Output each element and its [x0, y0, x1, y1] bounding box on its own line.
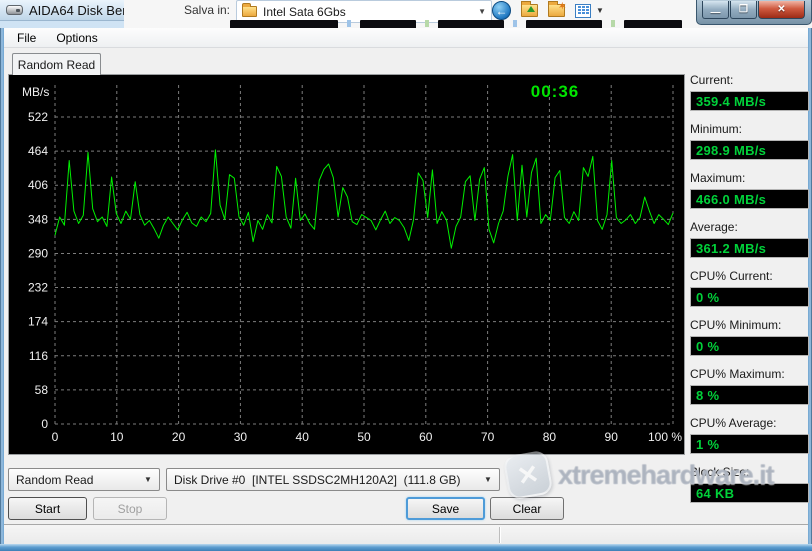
- svg-text:0: 0: [52, 430, 59, 444]
- stat-value: 1 %: [690, 434, 809, 454]
- stat-cpu-minimum: CPU% Minimum: 0 %: [690, 318, 809, 356]
- window-border-bottom: [0, 544, 812, 551]
- disk-drive-dropdown[interactable]: Disk Drive #0 [INTEL SSDSC2MH120A2] (111…: [166, 468, 500, 491]
- window-top-border: [0, 21, 124, 28]
- stat-current: Current: 359.4 MB/s: [690, 73, 809, 111]
- svg-text:522: 522: [28, 110, 48, 124]
- minimize-button[interactable]: —: [702, 1, 729, 19]
- stop-button[interactable]: Stop: [93, 497, 167, 520]
- stat-value: 0 %: [690, 287, 809, 307]
- chevron-down-icon[interactable]: ▼: [478, 7, 486, 16]
- svg-text:30: 30: [234, 430, 248, 444]
- stat-value: 298.9 MB/s: [690, 140, 809, 160]
- svg-text:290: 290: [28, 246, 48, 260]
- menu-file[interactable]: File: [10, 29, 43, 47]
- stat-label: CPU% Average:: [690, 416, 777, 430]
- benchmark-chart-panel: 0 10 20 30 40 50 60 70 80 90 100 % 0 58 116 174 232 290 3…: [8, 74, 685, 455]
- disk-drive-icon: [6, 5, 23, 15]
- svg-text:232: 232: [28, 281, 48, 295]
- stat-label: Minimum:: [690, 122, 743, 136]
- close-button[interactable]: ✕: [758, 1, 805, 19]
- svg-text:116: 116: [29, 349, 48, 363]
- window-title: AIDA64 Disk Bench: [29, 2, 124, 18]
- svg-text:174: 174: [28, 315, 48, 329]
- test-type-dropdown[interactable]: Random Read ▼: [8, 468, 160, 491]
- view-menu-icon[interactable]: [575, 3, 591, 18]
- new-folder-icon[interactable]: ✶: [548, 1, 566, 17]
- stat-cpu-current: CPU% Current: 0 %: [690, 269, 809, 307]
- svg-text:90: 90: [605, 430, 619, 444]
- file-thumbnails-strip: [230, 20, 698, 28]
- svg-text:406: 406: [28, 178, 48, 192]
- up-arrow-icon: [527, 6, 535, 12]
- svg-text:100 %: 100 %: [648, 430, 682, 444]
- chart-y-axis-unit: MB/s: [22, 85, 50, 99]
- svg-text:50: 50: [357, 430, 371, 444]
- test-type-value: Random Read: [16, 472, 94, 487]
- stat-block-size: Block Size: 64 KB: [690, 465, 809, 503]
- screen: Salva in: Intel Sata 6Gbs ▼ ← ✶ ▼ AIDA64…: [0, 0, 812, 551]
- window-controls: — ❐ ✕: [696, 0, 812, 25]
- stat-value: 361.2 MB/s: [690, 238, 809, 258]
- save-in-label: Salva in:: [183, 3, 230, 17]
- stat-label: CPU% Maximum:: [690, 367, 785, 381]
- save-button[interactable]: Save: [406, 497, 485, 520]
- stat-label: CPU% Current:: [690, 269, 773, 283]
- back-icon[interactable]: ←: [492, 1, 511, 20]
- disk-drive-value: Disk Drive #0 [INTEL SSDSC2MH120A2] (111…: [174, 472, 461, 487]
- svg-text:348: 348: [28, 212, 48, 226]
- svg-text:80: 80: [543, 430, 557, 444]
- stat-value: 359.4 MB/s: [690, 91, 809, 111]
- maximize-button[interactable]: ❐: [730, 1, 757, 19]
- status-bar-divider: [499, 527, 501, 543]
- svg-text:58: 58: [35, 383, 49, 397]
- stat-label: Average:: [690, 220, 738, 234]
- sparkle-icon: ✶: [558, 1, 566, 11]
- chart: 0 10 20 30 40 50 60 70 80 90 100 % 0 58 116 174 232 290 3…: [9, 75, 684, 454]
- stat-maximum: Maximum: 466.0 MB/s: [690, 171, 809, 209]
- status-bar: [4, 524, 808, 544]
- chart-canvas: 0 10 20 30 40 50 60 70 80 90 100 % 0 58 116 174 232 290 3…: [28, 85, 682, 444]
- svg-text:0: 0: [41, 417, 48, 431]
- up-one-level-icon[interactable]: [521, 1, 538, 17]
- save-location-value: Intel Sata 6Gbs: [263, 4, 346, 19]
- svg-text:70: 70: [481, 430, 495, 444]
- save-dialog-toolbar: ← ✶ ▼: [492, 1, 604, 20]
- svg-text:464: 464: [28, 144, 48, 158]
- stat-label: Block Size:: [690, 465, 750, 479]
- stat-value: 8 %: [690, 385, 809, 405]
- aida-titlebar-fragment[interactable]: AIDA64 Disk Bench: [0, 0, 124, 21]
- svg-text:10: 10: [110, 430, 124, 444]
- view-menu-arrow-icon[interactable]: ▼: [596, 6, 604, 15]
- stat-value: 466.0 MB/s: [690, 189, 809, 209]
- stat-cpu-maximum: CPU% Maximum: 8 %: [690, 367, 809, 405]
- background-save-dialog: Salva in: Intel Sata 6Gbs ▼ ← ✶ ▼ AIDA64…: [0, 0, 812, 28]
- stat-value: 0 %: [690, 336, 809, 356]
- stat-minimum: Minimum: 298.9 MB/s: [690, 122, 809, 160]
- start-button[interactable]: Start: [8, 497, 87, 520]
- stat-average: Average: 361.2 MB/s: [690, 220, 809, 258]
- chevron-down-icon[interactable]: ▼: [480, 471, 496, 488]
- svg-text:60: 60: [419, 430, 433, 444]
- stat-label: CPU% Minimum:: [690, 318, 782, 332]
- svg-text:20: 20: [172, 430, 186, 444]
- chevron-down-icon[interactable]: ▼: [140, 471, 156, 488]
- elapsed-timer: 00:36: [530, 82, 580, 101]
- stat-cpu-average: CPU% Average: 1 %: [690, 416, 809, 454]
- clear-button[interactable]: Clear: [490, 497, 564, 520]
- menu-bar: File Options: [4, 28, 808, 48]
- stat-label: Current:: [690, 73, 734, 87]
- menu-options[interactable]: Options: [49, 29, 104, 47]
- tab-random-read[interactable]: Random Read: [12, 53, 101, 75]
- folder-icon: [242, 3, 257, 17]
- svg-text:40: 40: [296, 430, 310, 444]
- stat-value: 64 KB: [690, 483, 809, 503]
- stat-label: Maximum:: [690, 171, 746, 185]
